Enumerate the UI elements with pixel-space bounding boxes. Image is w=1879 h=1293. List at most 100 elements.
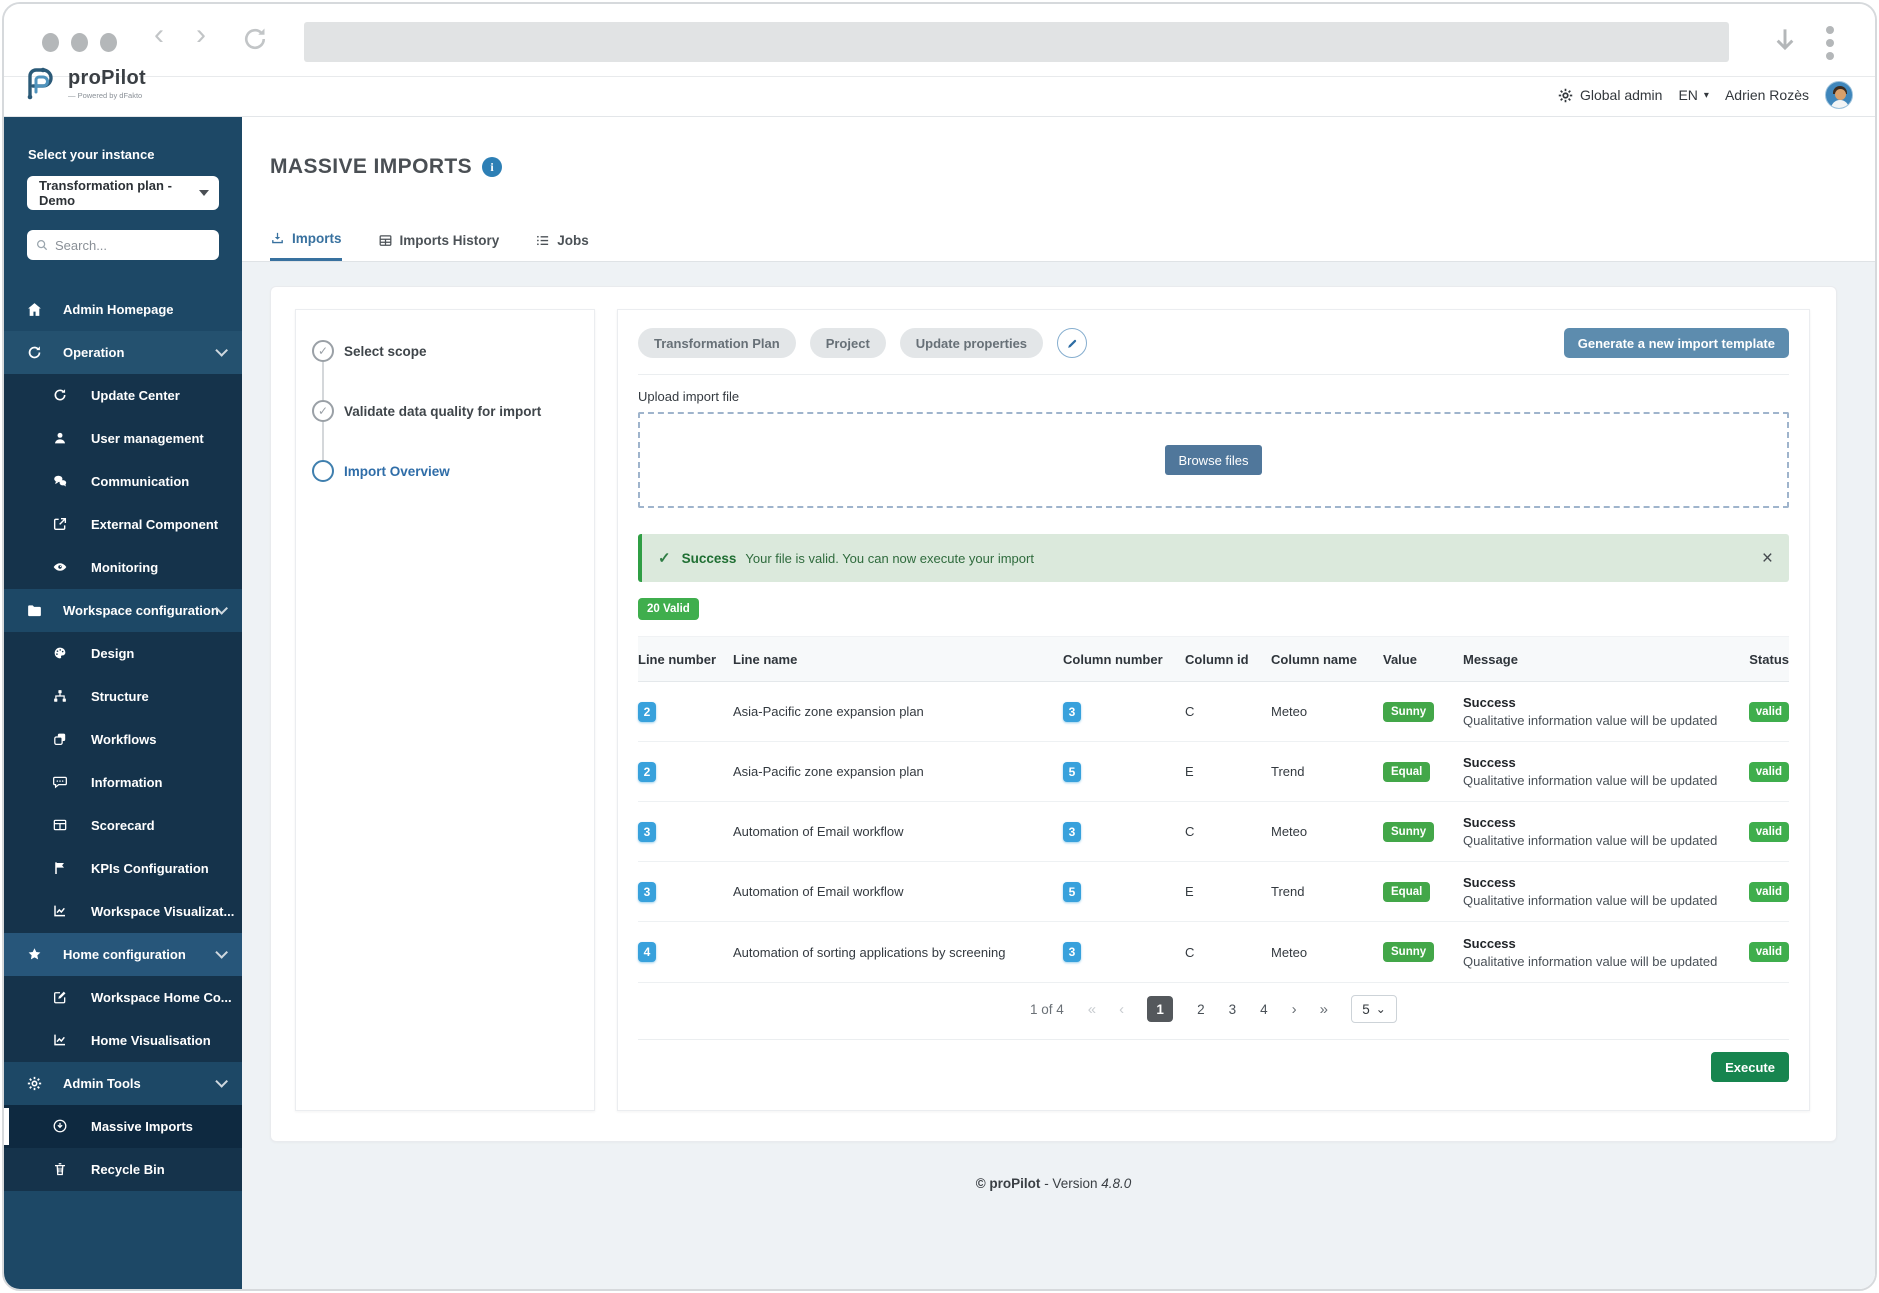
kebab-menu-icon[interactable] bbox=[1826, 26, 1834, 60]
refresh-icon[interactable] bbox=[240, 24, 270, 59]
sidebar-item-workspace-configuration[interactable]: Workspace configuration bbox=[4, 589, 242, 632]
column-id-cell: E bbox=[1185, 884, 1194, 899]
step-validate-data[interactable]: ✓ Validate data quality for import bbox=[312, 400, 594, 422]
status-badge: valid bbox=[1748, 942, 1789, 962]
forward-icon[interactable]: › bbox=[196, 18, 206, 52]
sidebar-item-user-management[interactable]: User management bbox=[4, 417, 242, 460]
step-select-scope[interactable]: ✓ Select scope bbox=[312, 340, 594, 362]
sidebar-item-monitoring[interactable]: Monitoring bbox=[4, 546, 242, 589]
user-menu[interactable]: Adrien Rozès bbox=[1725, 87, 1809, 103]
sidebar-item-admin-tools[interactable]: Admin Tools bbox=[4, 1062, 242, 1105]
footer-version: 4.8.0 bbox=[1101, 1176, 1132, 1191]
page-button-3[interactable]: 3 bbox=[1229, 1002, 1237, 1017]
sidebar-item-kpis-configuration[interactable]: KPIs Configuration bbox=[4, 847, 242, 890]
avatar[interactable] bbox=[1825, 81, 1853, 109]
folder-icon bbox=[26, 602, 43, 619]
trash-icon bbox=[52, 1161, 69, 1178]
column-id-cell: E bbox=[1185, 764, 1194, 779]
download-tray-icon bbox=[272, 232, 283, 244]
success-alert: ✓ Success Your file is valid. You can no… bbox=[638, 534, 1789, 582]
sidebar-item-information[interactable]: Information bbox=[4, 761, 242, 804]
upload-dropzone[interactable]: Browse files bbox=[638, 412, 1789, 508]
sidebar-item-communication[interactable]: Communication bbox=[4, 460, 242, 503]
external-link-icon bbox=[52, 516, 69, 533]
sidebar-item-home-visualisation[interactable]: Home Visualisation bbox=[4, 1019, 242, 1062]
line-name-cell: Automation of Email workflow bbox=[733, 884, 904, 899]
sidebar-item-update-center[interactable]: Update Center bbox=[4, 374, 242, 417]
column-number-badge: 3 bbox=[1063, 942, 1081, 962]
status-badge: valid bbox=[1748, 701, 1789, 722]
instance-label: Select your instance bbox=[28, 147, 155, 162]
instance-select[interactable]: Transformation plan - Demo bbox=[27, 176, 219, 210]
import-overview-panel: Transformation Plan Project Update prope… bbox=[617, 309, 1810, 1111]
chevron-down-icon bbox=[215, 1075, 228, 1088]
sitemap-icon bbox=[52, 688, 69, 705]
sidebar-item-workspace-home-configuration[interactable]: Workspace Home Co... bbox=[4, 976, 242, 1019]
tab-imports-history[interactable]: Imports History bbox=[378, 231, 499, 261]
caret-down-icon: ▾ bbox=[1703, 89, 1709, 101]
gear-icon bbox=[1558, 88, 1573, 102]
sidebar-item-operation[interactable]: Operation bbox=[4, 331, 242, 374]
global-admin-menu[interactable]: Global admin bbox=[1557, 87, 1662, 104]
status-badge: valid bbox=[1748, 761, 1789, 782]
line-number-badge: 2 bbox=[638, 761, 656, 782]
eye-icon bbox=[52, 559, 69, 576]
chart-line-icon bbox=[52, 1032, 69, 1049]
table-row: 3 Automation of Email workflow 5 E Trend… bbox=[638, 862, 1789, 922]
next-page-icon[interactable]: › bbox=[1292, 1001, 1297, 1018]
user-icon bbox=[52, 430, 69, 447]
window-dot-icon bbox=[71, 33, 88, 52]
window-dot-icon bbox=[100, 33, 117, 52]
sidebar-item-home-configuration[interactable]: Home configuration bbox=[4, 933, 242, 976]
sidebar-item-recycle-bin[interactable]: Recycle Bin bbox=[4, 1148, 242, 1191]
message-cell: Success Qualitative information value wil… bbox=[1463, 935, 1718, 969]
sidebar-item-scorecard[interactable]: Scorecard bbox=[4, 804, 242, 847]
page-button-2[interactable]: 2 bbox=[1197, 1002, 1205, 1017]
page-size-select[interactable]: 5 ⌄ bbox=[1351, 995, 1397, 1023]
sidebar-item-structure[interactable]: Structure bbox=[4, 675, 242, 718]
generate-template-button[interactable]: Generate a new import template bbox=[1563, 328, 1789, 358]
star-icon bbox=[26, 946, 43, 963]
table-row: 2 Asia-Pacific zone expansion plan 3 C M… bbox=[638, 682, 1789, 742]
download-icon[interactable] bbox=[1769, 24, 1801, 61]
sidebar-item-workflows[interactable]: Workflows bbox=[4, 718, 242, 761]
step-import-overview[interactable]: Import Overview bbox=[312, 460, 594, 482]
step-connector bbox=[322, 422, 324, 460]
sidebar-item-massive-imports[interactable]: Massive Imports bbox=[4, 1105, 242, 1148]
sidebar-item-workspace-visualization[interactable]: Workspace Visualizat... bbox=[4, 890, 242, 933]
page-button-4[interactable]: 4 bbox=[1260, 1002, 1268, 1017]
execute-button[interactable]: Execute bbox=[1711, 1052, 1789, 1082]
operation-icon bbox=[26, 344, 43, 361]
column-name-cell: Trend bbox=[1271, 764, 1305, 779]
message-cell: Success Qualitative information value wil… bbox=[1463, 695, 1718, 728]
search-input[interactable] bbox=[55, 237, 195, 253]
tab-imports[interactable]: Imports bbox=[270, 231, 342, 261]
sidebar-item-design[interactable]: Design bbox=[4, 632, 242, 675]
value-badge: Sunny bbox=[1383, 942, 1435, 962]
line-number-badge: 2 bbox=[638, 701, 656, 722]
edit-scope-button[interactable] bbox=[1057, 328, 1088, 358]
window-controls bbox=[42, 33, 117, 52]
sidebar-item-admin-homepage[interactable]: Admin Homepage bbox=[4, 288, 242, 331]
pencil-icon bbox=[1067, 339, 1076, 348]
page-button-1[interactable]: 1 bbox=[1147, 996, 1174, 1022]
browse-files-button[interactable]: Browse files bbox=[1165, 445, 1262, 475]
close-icon[interactable]: × bbox=[1762, 549, 1773, 568]
column-id-cell: C bbox=[1185, 704, 1195, 719]
page-title: MASSIVE IMPORTS bbox=[270, 155, 473, 178]
line-number-badge: 3 bbox=[638, 881, 656, 902]
info-icon[interactable]: i bbox=[482, 157, 503, 177]
flag-icon bbox=[52, 860, 69, 877]
sidebar-search[interactable] bbox=[27, 230, 219, 260]
line-name-cell: Asia-Pacific zone expansion plan bbox=[733, 704, 924, 719]
line-name-cell: Automation of Email workflow bbox=[733, 824, 904, 839]
last-page-icon[interactable]: » bbox=[1320, 1001, 1328, 1018]
sidebar-item-external-component[interactable]: External Component bbox=[4, 503, 242, 546]
status-badge: valid bbox=[1748, 821, 1789, 842]
language-selector[interactable]: EN ▾ bbox=[1678, 87, 1708, 103]
back-icon[interactable]: ‹ bbox=[154, 18, 164, 52]
footer: © proPilot - Version 4.8.0 bbox=[270, 1176, 1837, 1191]
url-bar[interactable] bbox=[304, 22, 1729, 62]
user-name: Adrien Rozès bbox=[1724, 87, 1809, 103]
tab-jobs[interactable]: Jobs bbox=[535, 231, 589, 261]
